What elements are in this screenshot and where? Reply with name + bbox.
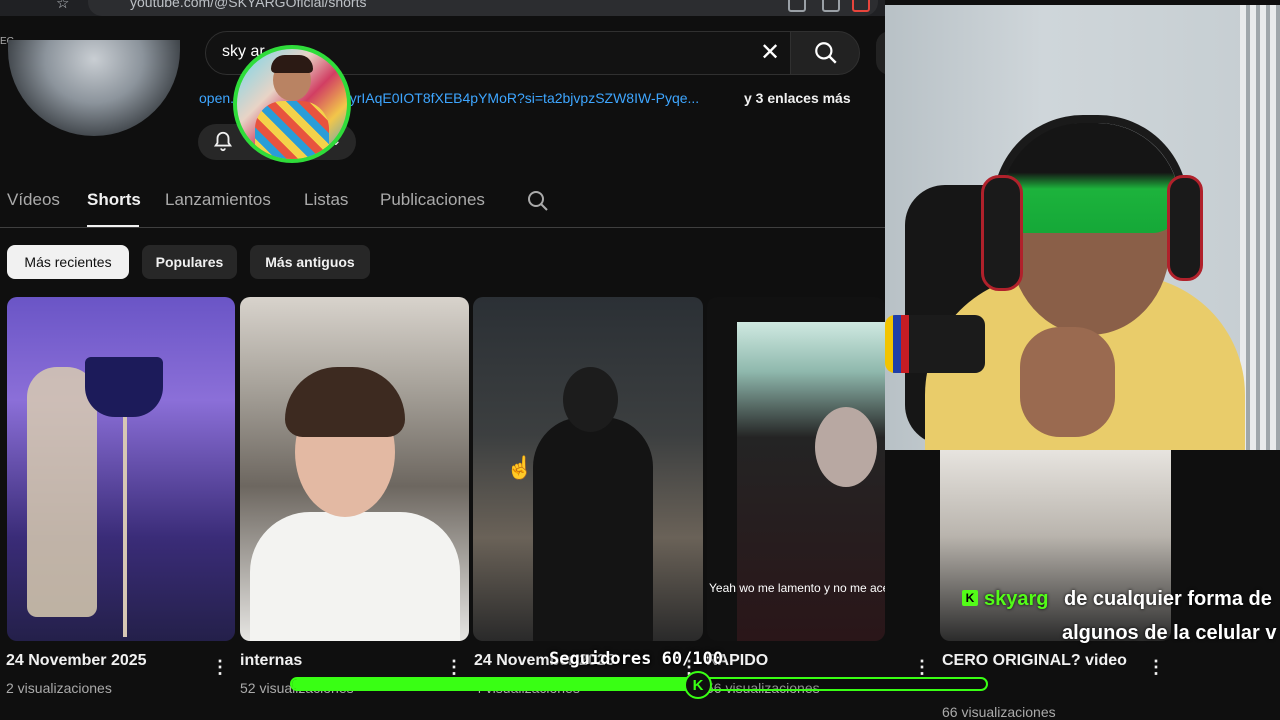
- tab-lanzamientos[interactable]: Lanzamientos: [165, 190, 271, 210]
- short-thumbnail[interactable]: Yeah wo me lamento y no me acerco: [707, 297, 885, 641]
- tab-shorts[interactable]: Shorts: [87, 190, 141, 210]
- follower-goal-label: Seguidores 60/100: [549, 649, 723, 669]
- tab-publicaciones[interactable]: Publicaciones: [380, 190, 485, 210]
- thumb-caption: Yeah wo me lamento y no me acerco: [709, 581, 885, 595]
- more-options-icon[interactable]: ⋮: [211, 658, 229, 676]
- short-thumbnail[interactable]: [240, 297, 469, 641]
- thumb-figure: [27, 367, 97, 617]
- thumb-shirt: [250, 512, 460, 641]
- follower-goal-bar: [290, 677, 988, 691]
- chat-message-line: de cualquier forma de: [1064, 588, 1272, 610]
- short-views: 2 visualizaciones: [6, 680, 112, 696]
- hand-cursor-icon: ☝: [506, 455, 534, 480]
- short-title[interactable]: 24 November 2025: [6, 652, 147, 670]
- more-options-icon[interactable]: ⋮: [445, 658, 463, 676]
- short-views: 66 visualizaciones: [942, 704, 1056, 720]
- download-icon[interactable]: [788, 0, 806, 12]
- search-button[interactable]: [790, 31, 860, 75]
- thumb-lamp: [85, 357, 163, 417]
- chip-mas-antiguos[interactable]: Más antiguos: [250, 245, 370, 279]
- chat-username: skyarg: [984, 588, 1049, 610]
- bell-icon[interactable]: [212, 130, 234, 152]
- short-thumbnail[interactable]: [7, 297, 235, 641]
- share-icon[interactable]: [822, 0, 840, 12]
- more-links-link[interactable]: y 3 enlaces más: [744, 90, 851, 106]
- headphone-right: [1167, 175, 1203, 281]
- thumb-head: [563, 367, 618, 432]
- channel-search-icon[interactable]: [526, 189, 550, 213]
- kick-logo-icon: K: [684, 671, 712, 699]
- tab-videos[interactable]: Vídeos: [7, 190, 60, 210]
- kick-badge-icon: K: [962, 590, 978, 606]
- short-title[interactable]: CERO ORIGINAL? video: [942, 652, 1127, 670]
- thumb-hair: [285, 367, 405, 437]
- more-options-icon[interactable]: ⋮: [1147, 658, 1165, 676]
- short-title[interactable]: internas: [240, 652, 302, 670]
- chip-mas-recientes[interactable]: Más recientes: [7, 245, 129, 279]
- streamer-sticker-image: [233, 45, 351, 163]
- follower-goal-fill: [292, 679, 709, 689]
- streamer-webcam: [885, 5, 1280, 450]
- chip-populares[interactable]: Populares: [142, 245, 237, 279]
- thumb-lamp-pole: [123, 417, 127, 637]
- more-options-icon[interactable]: ⋮: [913, 658, 931, 676]
- tabs-divider: [0, 227, 885, 228]
- address-bar-url: youtube.com/@SKYARGOficial/shorts: [130, 0, 367, 10]
- thumb-person: [533, 417, 653, 641]
- bookmark-star-icon[interactable]: ☆: [56, 0, 69, 12]
- clear-search-icon[interactable]: ✕: [760, 38, 780, 67]
- short-thumbnail[interactable]: [940, 450, 1171, 641]
- channel-avatar[interactable]: [8, 40, 180, 136]
- webcam-curtain: [1240, 5, 1280, 450]
- tab-listas[interactable]: Listas: [304, 190, 348, 210]
- chat-message-line: algunos de la celular v: [1062, 622, 1277, 644]
- sticker-hair: [271, 55, 313, 73]
- webcam-hand: [1020, 327, 1115, 437]
- brave-shield-icon[interactable]: [852, 0, 870, 12]
- search-icon: [815, 42, 837, 64]
- webcam-microphone: [885, 315, 985, 373]
- sticker-shirt: [255, 101, 329, 159]
- headphone-left: [981, 175, 1023, 291]
- thumb-face: [815, 407, 877, 487]
